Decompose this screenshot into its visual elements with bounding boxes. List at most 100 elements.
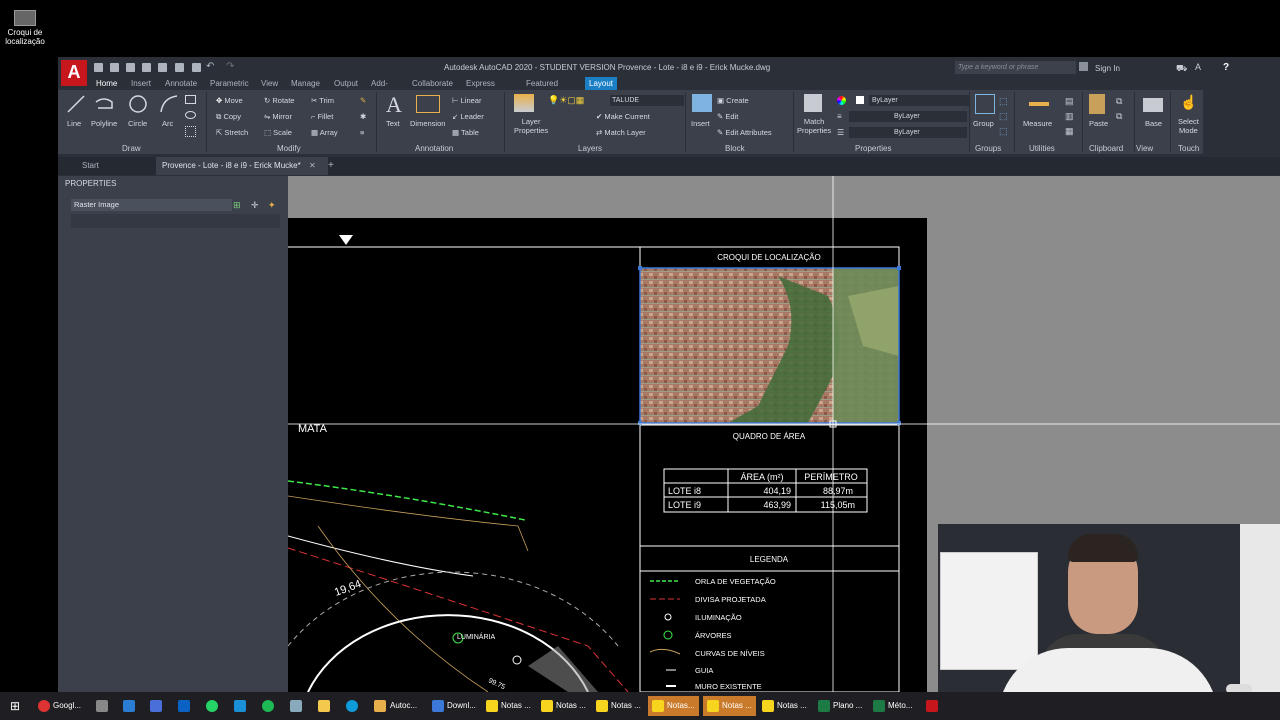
grip[interactable] (638, 266, 642, 270)
base-button[interactable]: Base (1145, 119, 1162, 128)
windows-start-icon[interactable]: ⊞ (10, 696, 20, 716)
annotation-panel-label[interactable]: Annotation (415, 144, 453, 153)
selection-dropdown[interactable]: Raster Image (71, 199, 232, 211)
polyline-button[interactable]: Polyline (91, 119, 117, 128)
app-menu-button[interactable]: A (61, 60, 87, 86)
binoculars-icon[interactable] (1079, 62, 1088, 71)
modify-panel-label[interactable]: Modify (277, 144, 301, 153)
tab-parametric[interactable]: Parametric (206, 77, 253, 90)
erase-icon[interactable]: ✎ (360, 96, 366, 105)
table-button[interactable]: ▦ Table (452, 128, 479, 137)
select-mode-button[interactable]: Select Mode (1178, 117, 1199, 135)
redo-icon[interactable]: ↷ (226, 61, 234, 72)
new-tab-icon[interactable]: + (328, 160, 334, 171)
tab-layout[interactable]: Layout (585, 77, 618, 90)
quick-select-icon[interactable]: ⊞ (233, 200, 241, 211)
layers-panel-label[interactable]: Layers (578, 144, 602, 153)
insert-button[interactable]: Insert (691, 119, 710, 128)
taskbar-item-explorer[interactable] (374, 696, 389, 716)
mirror-button[interactable]: ⇋ Mirror (264, 112, 292, 121)
exchange-icon[interactable]: A (1195, 62, 1201, 72)
cart-icon[interactable]: ⛟ (1176, 63, 1187, 75)
web-icon[interactable] (158, 63, 167, 72)
edit-attributes-button[interactable]: ✎ Edit Attributes (717, 128, 772, 137)
block-panel-label[interactable]: Block (725, 144, 745, 153)
draw-panel-label[interactable]: Draw (122, 144, 141, 153)
hatch-icon[interactable] (185, 126, 196, 137)
taskbar-item-mail[interactable] (123, 696, 138, 716)
print-icon[interactable] (192, 63, 201, 72)
taskbar-item-notes[interactable]: Notas ... (762, 696, 807, 716)
group-button[interactable]: Group (973, 119, 994, 128)
taskbar-item-notes[interactable]: Notas ... (596, 696, 641, 716)
taskbar-item-autocad-icon[interactable] (926, 696, 941, 716)
undo-icon[interactable]: ↶ (206, 61, 214, 72)
search-input[interactable]: Type a keyword or phrase (955, 61, 1076, 74)
stretch-button[interactable]: ⇱ Stretch (216, 128, 248, 137)
taskbar-item-downloads[interactable]: Downl... (432, 696, 476, 716)
taskbar-item-tool[interactable] (290, 696, 305, 716)
trim-button[interactable]: ✂ Trim (311, 96, 334, 105)
tab-output[interactable]: Output (330, 77, 362, 90)
leader-button[interactable]: ↙ Leader (452, 112, 484, 121)
start-tab[interactable]: Start (82, 161, 99, 170)
sign-in-button[interactable]: Sign In (1095, 64, 1120, 73)
taskbar-item-notes-active[interactable]: Notas... (648, 696, 699, 716)
taskbar-item-outlook[interactable] (178, 696, 193, 716)
tab-manage[interactable]: Manage (287, 77, 324, 90)
taskbar-item-whatsapp[interactable] (206, 696, 221, 716)
group-tools-icons[interactable]: ⬚ ⬚ ⬚ (999, 94, 1008, 139)
taskbar-item-edge-legacy[interactable] (234, 696, 249, 716)
select-objects-icon[interactable]: ✛ (251, 200, 259, 211)
make-current-button[interactable]: ✔ Make Current (596, 112, 650, 121)
match-layer-button[interactable]: ⇄ Match Layer (596, 128, 646, 137)
copy-button[interactable]: ⧉ Copy (216, 112, 241, 122)
close-tab-icon[interactable]: ✕ (309, 161, 316, 170)
plot-icon[interactable] (175, 63, 184, 72)
tab-view[interactable]: View (257, 77, 282, 90)
taskbar-item-chrome[interactable]: Googl... (38, 696, 81, 716)
utility-tools-icons[interactable]: ▤ ▥ ▦ (1065, 94, 1074, 139)
layer-dropdown[interactable]: TALUDE (610, 95, 684, 106)
tab-annotate[interactable]: Annotate (161, 77, 201, 90)
taskbar-item-edge[interactable] (346, 696, 361, 716)
create-block-button[interactable]: ▣ Create (717, 96, 749, 105)
color-dropdown[interactable]: ByLayer (869, 95, 970, 106)
desktop-shortcut[interactable]: Croqui de localização (2, 10, 48, 46)
taskbar-item-excel[interactable]: Plano ... (818, 696, 862, 716)
tab-express-tools[interactable]: Express Tools (462, 77, 499, 101)
line-button[interactable]: Line (67, 119, 81, 128)
active-document-tab[interactable]: Provence - Lote - i8 e i9 - Erick Mucke*… (156, 157, 328, 175)
touch-panel-label[interactable]: Touch (1178, 144, 1199, 153)
move-button[interactable]: ✥ Move (216, 96, 243, 105)
open-icon[interactable] (110, 63, 119, 72)
explode-icon[interactable]: ✱ (360, 112, 366, 121)
taskbar-item-app[interactable] (150, 696, 165, 716)
tab-insert[interactable]: Insert (127, 77, 155, 90)
utilities-panel-label[interactable]: Utilities (1029, 144, 1055, 153)
layer-state-icons[interactable]: 💡☀▢▦ (548, 95, 584, 106)
help-icon[interactable]: ? (1223, 62, 1229, 73)
edit-block-button[interactable]: ✎ Edit (717, 112, 738, 121)
clipboard-tools-icons[interactable]: ⧉ ⧉ (1116, 94, 1122, 124)
fillet-button[interactable]: ⌐ Fillet (311, 112, 333, 121)
paste-button[interactable]: Paste (1089, 119, 1108, 128)
circle-button[interactable]: Circle (128, 119, 147, 128)
taskbar-item-notes[interactable]: Notas ... (486, 696, 531, 716)
array-button[interactable]: ▦ Array (311, 128, 338, 137)
layer-properties-button[interactable]: Layer Properties (514, 117, 548, 135)
grip[interactable] (897, 266, 901, 270)
text-button[interactable]: Text (386, 119, 400, 128)
clipboard-panel-label[interactable]: Clipboard (1089, 144, 1123, 153)
offset-icon[interactable]: ≡ (360, 128, 364, 137)
rotate-button[interactable]: ↻ Rotate (264, 96, 294, 105)
lineweight-dropdown[interactable]: ByLayer (849, 111, 967, 122)
taskbar-item-spotify[interactable] (262, 696, 277, 716)
groups-panel-label[interactable]: Groups (975, 144, 1001, 153)
pickadd-icon[interactable]: ✦ (268, 200, 276, 211)
linear-button[interactable]: ⊢ Linear (452, 96, 481, 105)
taskbar-item-calculator[interactable] (96, 696, 111, 716)
arc-button[interactable]: Arc (162, 119, 173, 128)
save-icon[interactable] (126, 63, 135, 72)
tab-addins[interactable]: Add-ins (367, 77, 392, 101)
